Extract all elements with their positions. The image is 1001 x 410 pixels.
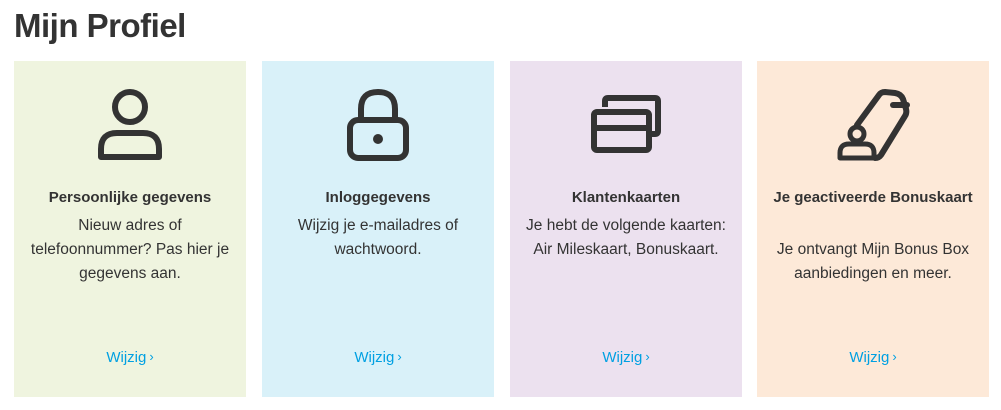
card-title: Inloggegevens bbox=[325, 189, 431, 206]
card-description: Je ontvangt Mijn Bonus Box aanbiedingen … bbox=[776, 241, 970, 282]
card-bonus-card: Je geactiveerde Bonuskaart Je ontvangt M… bbox=[757, 61, 989, 397]
chevron-right-icon: › bbox=[645, 349, 650, 364]
chevron-right-icon: › bbox=[397, 349, 402, 364]
card-description: Je hebt de volgende kaarten: Air Mileska… bbox=[526, 217, 726, 258]
page-title: Mijn Profiel bbox=[14, 7, 186, 44]
chevron-right-icon: › bbox=[149, 349, 154, 364]
card-description: Wijzig je e-mailadres of wachtwoord. bbox=[297, 217, 459, 258]
card-description: Nieuw adres of telefoonnummer? Pas hier … bbox=[30, 217, 230, 282]
card-title: Je geactiveerde Bonuskaart bbox=[773, 189, 973, 206]
edit-login-details-link[interactable]: Wijzig › bbox=[262, 346, 494, 369]
chevron-right-icon: › bbox=[892, 349, 897, 364]
card-loyalty-cards: Klantenkaarten Je hebt de volgende kaart… bbox=[510, 61, 742, 397]
link-label: Wijzig bbox=[354, 349, 395, 366]
person-icon bbox=[14, 85, 246, 165]
card-title: Klantenkaarten bbox=[571, 189, 681, 206]
edit-bonus-card-link[interactable]: Wijzig › bbox=[757, 346, 989, 369]
link-label: Wijzig bbox=[106, 349, 147, 366]
edit-loyalty-cards-link[interactable]: Wijzig › bbox=[510, 346, 742, 369]
profile-cards: Persoonlijke gegevens Nieuw adres of tel… bbox=[14, 61, 990, 397]
tag-person-icon bbox=[757, 85, 989, 165]
cards-icon bbox=[510, 85, 742, 165]
card-personal-details: Persoonlijke gegevens Nieuw adres of tel… bbox=[14, 61, 246, 397]
link-label: Wijzig bbox=[602, 349, 643, 366]
card-title: Persoonlijke gegevens bbox=[48, 189, 212, 206]
card-login-details: Inloggegevens Wijzig je e-mailadres of w… bbox=[262, 61, 494, 397]
lock-icon bbox=[262, 85, 494, 165]
profile-page: Mijn Profiel Persoonlijke gegevens Nieuw… bbox=[0, 0, 1001, 410]
link-label: Wijzig bbox=[849, 349, 890, 366]
edit-personal-details-link[interactable]: Wijzig › bbox=[14, 346, 246, 369]
